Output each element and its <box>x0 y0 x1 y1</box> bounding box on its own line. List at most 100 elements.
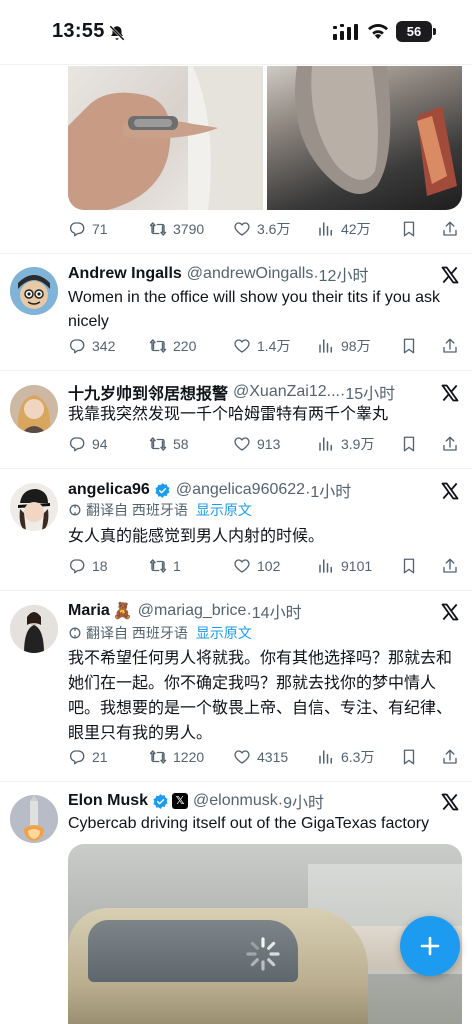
views-icon <box>319 559 332 573</box>
retweet-icon <box>149 559 167 573</box>
share-button[interactable] <box>441 745 459 769</box>
tweet-divider <box>0 253 472 254</box>
reply-button[interactable]: 18 <box>68 554 108 578</box>
tweet-divider <box>0 370 472 371</box>
bell-off-icon <box>109 25 125 41</box>
heart-icon <box>234 559 250 573</box>
x-logo-icon[interactable] <box>440 383 460 403</box>
reply-button[interactable]: 71 <box>68 217 108 241</box>
plus-icon <box>420 936 440 956</box>
retweet-button[interactable]: 220 <box>149 334 196 358</box>
reply-count: 71 <box>92 221 108 237</box>
avatar-maria[interactable] <box>10 605 58 653</box>
bookmark-button[interactable] <box>400 745 418 769</box>
bookmark-button[interactable] <box>400 334 418 358</box>
views-button[interactable]: 9101 <box>317 554 372 578</box>
heart-icon <box>234 750 250 764</box>
views-count: 9101 <box>341 558 373 574</box>
views-icon <box>319 222 332 236</box>
bookmark-icon <box>403 558 415 574</box>
reply-button[interactable]: 94 <box>68 432 108 456</box>
bookmark-button[interactable] <box>400 554 418 578</box>
avatar-andrew-ingalls[interactable] <box>10 267 58 315</box>
views-count: 42万 <box>341 221 371 237</box>
author-handle[interactable]: @mariag_brice <box>138 602 247 620</box>
like-count: 4315 <box>257 749 289 765</box>
author-name[interactable]: Andrew Ingalls <box>68 265 182 283</box>
tweet-divider <box>0 468 472 469</box>
tweet-header: 十九岁帅到邻居想报警 @XuanZai12... ·15小时 <box>68 381 395 403</box>
author-handle[interactable]: @elonmusk <box>193 792 278 810</box>
tweet-actions-row: 18 1 102 9101 <box>68 554 462 578</box>
author-handle[interactable]: @XuanZai12... <box>233 383 340 401</box>
avatar-photo <box>10 605 58 653</box>
author-name[interactable]: Elon Musk <box>68 792 148 810</box>
tweet-header: angelica96 @angelica960622 ·1小时 <box>68 479 351 501</box>
tweet-header: Elon Musk 𝕏 @elonmusk ·9小时 <box>68 790 324 812</box>
avatar-xuanzai[interactable] <box>10 385 58 433</box>
tweet-text: 我不希望任何男人将就我。你有其他选择吗？那就去和她们在一起。你不确定我吗？那就去… <box>68 650 453 742</box>
author-name[interactable]: Maria <box>68 602 110 620</box>
tweet-time: ·14小时 <box>246 605 302 622</box>
retweet-button[interactable]: 1220 <box>149 745 204 769</box>
share-button[interactable] <box>441 432 459 456</box>
translation-notice: 翻译自 西班牙语 显示原文 <box>68 500 252 520</box>
compose-tweet-button[interactable] <box>400 916 460 976</box>
author-name[interactable]: 十九岁帅到邻居想报警 <box>68 380 228 404</box>
heart-icon <box>234 339 250 353</box>
media-photo-hand-ring[interactable] <box>68 66 263 210</box>
views-button[interactable]: 3.9万 <box>317 432 374 456</box>
x-logo-icon[interactable] <box>440 792 460 812</box>
x-logo-icon[interactable] <box>440 602 460 622</box>
like-button[interactable]: 1.4万 <box>233 334 290 358</box>
share-icon <box>443 749 457 764</box>
like-button[interactable]: 4315 <box>233 745 288 769</box>
share-button[interactable] <box>441 554 459 578</box>
avatar-elon-musk[interactable] <box>10 795 58 843</box>
media-photo-hair[interactable] <box>267 66 462 210</box>
author-handle[interactable]: @andrewOingalls <box>187 265 314 283</box>
reply-icon <box>69 750 85 765</box>
author-handle[interactable]: @angelica960622 <box>176 481 305 499</box>
reply-button[interactable]: 342 <box>68 334 115 358</box>
x-affiliate-badge-icon: 𝕏 <box>172 793 189 809</box>
reply-button[interactable]: 21 <box>68 745 108 769</box>
author-name[interactable]: angelica96 <box>68 481 150 499</box>
retweet-button[interactable]: 3790 <box>149 217 204 241</box>
translated-from-label: 翻译自 西班牙语 <box>86 502 188 518</box>
retweet-button[interactable]: 1 <box>149 554 181 578</box>
views-count: 3.9万 <box>341 436 375 452</box>
views-button[interactable]: 98万 <box>317 334 371 358</box>
views-count: 98万 <box>341 338 371 354</box>
retweet-count: 220 <box>173 338 197 354</box>
tweet-actions-row: 21 1220 4315 6.3万 <box>68 745 462 769</box>
views-button[interactable]: 42万 <box>317 217 371 241</box>
show-original-link[interactable]: 显示原文 <box>196 500 252 520</box>
verified-badge-icon <box>153 793 168 809</box>
like-count: 3.6万 <box>257 221 291 237</box>
show-original-link[interactable]: 显示原文 <box>196 623 252 643</box>
bookmark-button[interactable] <box>400 432 418 456</box>
hair-illustration <box>295 66 457 196</box>
views-button[interactable]: 6.3万 <box>317 745 374 769</box>
avatar-angelica96[interactable] <box>10 483 58 531</box>
share-button[interactable] <box>441 217 459 241</box>
like-button[interactable]: 102 <box>233 554 280 578</box>
share-icon <box>443 221 457 236</box>
bookmark-button[interactable] <box>400 217 418 241</box>
x-logo-icon[interactable] <box>440 481 460 501</box>
like-button[interactable]: 3.6万 <box>233 217 290 241</box>
like-button[interactable]: 913 <box>233 432 280 456</box>
retweet-icon <box>149 437 167 451</box>
bookmark-icon <box>403 221 415 237</box>
retweet-button[interactable]: 58 <box>149 432 189 456</box>
like-count: 102 <box>257 558 281 574</box>
retweet-icon <box>149 339 167 353</box>
tweet-text: 女人真的能感觉到男人内射的时候。 <box>68 528 325 545</box>
share-button[interactable] <box>441 334 459 358</box>
x-logo-icon[interactable] <box>440 265 460 285</box>
tweet-media-grid[interactable] <box>68 66 462 210</box>
tweet-divider <box>0 590 472 591</box>
like-count: 1.4万 <box>257 338 291 354</box>
views-count: 6.3万 <box>341 749 375 765</box>
